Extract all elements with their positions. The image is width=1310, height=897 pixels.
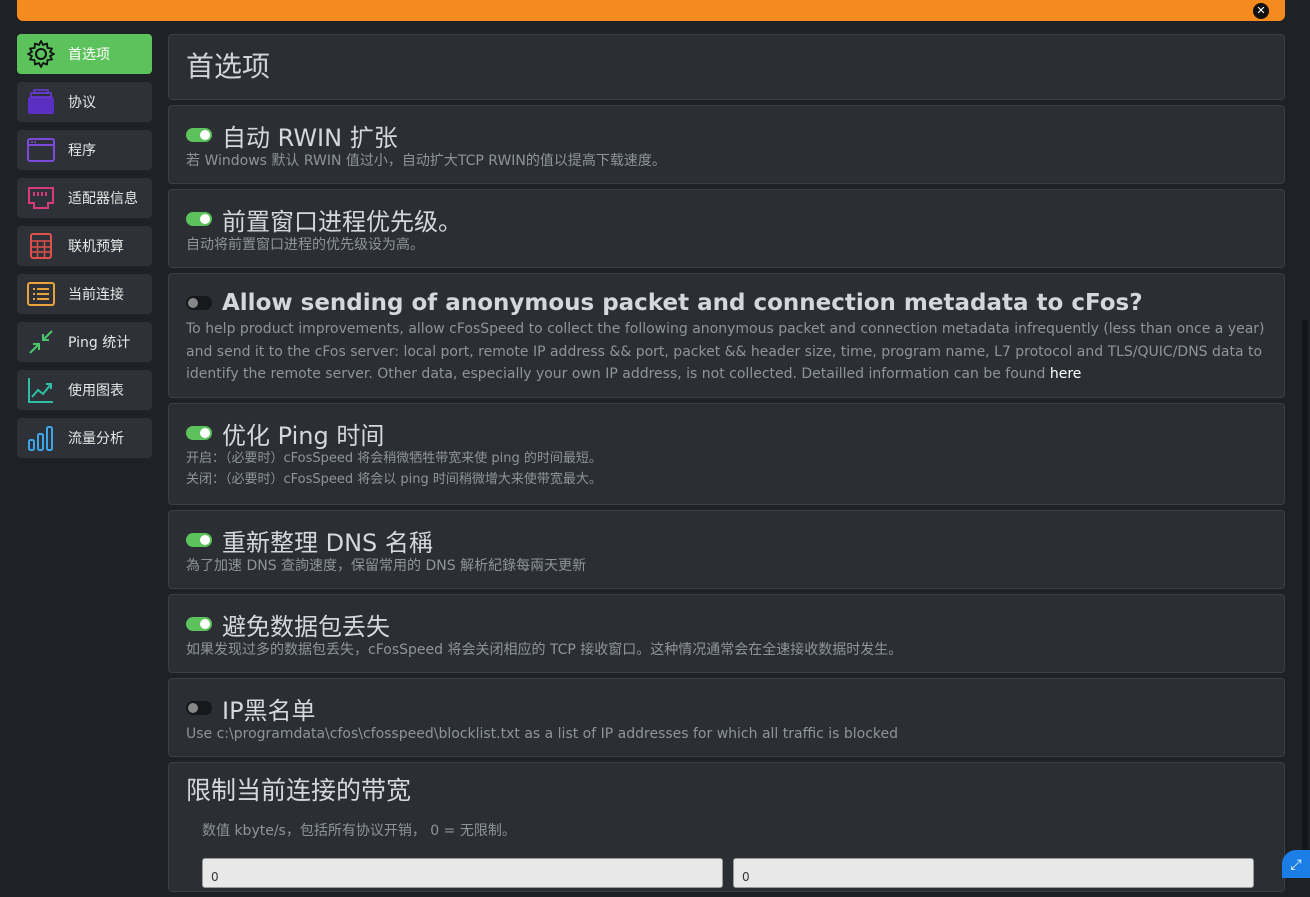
option-anonymous-metadata: Allow sending of anonymous packet and co… (168, 273, 1285, 398)
option-description: 如果发现过多的数据包丢失，cFosSpeed 将会关闭相应的 TCP 接收窗口。… (186, 642, 903, 658)
option-description: Use c:\programdata\cfos\cfosspeed\blockl… (186, 726, 899, 742)
sidebar-item-adapter-info[interactable]: 适配器信息 (17, 178, 152, 218)
sidebar-item-label: Ping 统计 (68, 335, 131, 351)
sidebar-item-label: 联机预算 (68, 239, 124, 255)
toggle-anonymous-metadata[interactable] (186, 296, 212, 310)
sidebar-item-ping-stats[interactable]: Ping 统计 (17, 322, 152, 362)
calculator-icon (25, 230, 57, 262)
option-refresh-dns: 重新整理 DNS 名稱 為了加速 DNS 查詢速度，保留常用的 DNS 解析紀錄… (168, 510, 1285, 589)
scrollbar[interactable] (1302, 320, 1308, 878)
notification-bar: ✕ (17, 0, 1285, 21)
details-link[interactable]: here (1050, 366, 1082, 382)
sidebar-item-current-connections[interactable]: 当前连接 (17, 274, 152, 314)
option-title: 前置窗口进程优先级。 (222, 207, 462, 236)
title-panel: 首选项 (168, 34, 1285, 100)
toggle-optimize-ping[interactable] (186, 426, 212, 440)
option-title: 优化 Ping 时间 (222, 421, 385, 450)
toggle-foreground-priority[interactable] (186, 212, 212, 226)
window-icon (25, 134, 57, 166)
bandwidth-limit-panel: 限制当前连接的带宽 数值 kbyte/s，包括所有协议开销， 0 = 无限制。 (168, 762, 1285, 892)
resize-icon[interactable]: ⤢ (1282, 850, 1310, 878)
list-icon (25, 278, 57, 310)
bandwidth-limit-description: 数值 kbyte/s，包括所有协议开销， 0 = 无限制。 (202, 823, 516, 839)
toggle-avoid-packet-loss[interactable] (186, 617, 212, 631)
arrows-in-icon (25, 326, 57, 358)
option-ip-blocklist: IP黑名单 Use c:\programdata\cfos\cfosspeed\… (168, 678, 1285, 757)
sidebar-item-usage-charts[interactable]: 使用图表 (17, 370, 152, 410)
page-title: 首选项 (186, 50, 271, 83)
option-description: To help product improvements, allow cFos… (186, 318, 1267, 386)
option-description: 若 Windows 默认 RWIN 值过小，自动扩大TCP RWIN的值以提高下… (186, 153, 666, 169)
sidebar-item-programs[interactable]: 程序 (17, 130, 152, 170)
option-optimize-ping: 优化 Ping 时间 开启：（必要时）cFosSpeed 将会稍微牺牲带宽来使 … (168, 403, 1285, 505)
option-title: 避免数据包丢失 (222, 612, 390, 641)
gear-icon (25, 38, 57, 70)
bandwidth-limit-title: 限制当前连接的带宽 (186, 776, 412, 805)
bar-chart-icon (25, 422, 57, 454)
sidebar-item-online-budget[interactable]: 联机预算 (17, 226, 152, 266)
limit-input-2[interactable] (733, 858, 1254, 888)
limit-input-1[interactable] (202, 858, 723, 888)
toggle-ip-blocklist[interactable] (186, 701, 212, 715)
toggle-refresh-dns[interactable] (186, 533, 212, 547)
option-description-off: 关闭：（必要时）cFosSpeed 将会以 ping 时间稍微增大来使带宽最大。 (186, 472, 602, 487)
option-title: 重新整理 DNS 名稱 (222, 528, 433, 557)
sidebar-item-label: 程序 (68, 143, 96, 159)
option-description-on: 开启：（必要时）cFosSpeed 将会稍微牺牲带宽来使 ping 的时间最短。 (186, 451, 602, 466)
sidebar-item-label: 协议 (68, 95, 96, 111)
option-avoid-packet-loss: 避免数据包丢失 如果发现过多的数据包丢失，cFosSpeed 将会关闭相应的 T… (168, 594, 1285, 673)
main-content: 首选项 自动 RWIN 扩张 若 Windows 默认 RWIN 值过小，自动扩… (168, 34, 1285, 897)
sidebar-item-traffic-analysis[interactable]: 流量分析 (17, 418, 152, 458)
bandwidth-limit-inputs (186, 858, 1267, 888)
option-description-text: To help product improvements, allow cFos… (186, 321, 1265, 382)
close-icon[interactable]: ✕ (1253, 3, 1269, 19)
network-port-icon (25, 182, 57, 214)
option-description: 為了加速 DNS 查詢速度，保留常用的 DNS 解析紀錄每兩天更新 (186, 558, 587, 574)
sidebar-item-label: 适配器信息 (68, 191, 138, 207)
option-foreground-priority: 前置窗口进程优先级。 自动将前置窗口进程的优先级设为高。 (168, 189, 1285, 268)
stack-icon (25, 86, 57, 118)
option-title: 自动 RWIN 扩张 (222, 123, 398, 152)
sidebar-item-label: 流量分析 (68, 431, 124, 447)
sidebar: 首选项 协议 程序 适配器信息 联机预算 当前连接 Ping 统计 使用图表 流… (17, 34, 152, 466)
sidebar-item-preferences[interactable]: 首选项 (17, 34, 152, 74)
option-description: 自动将前置窗口进程的优先级设为高。 (186, 237, 424, 253)
sidebar-item-label: 当前连接 (68, 287, 124, 303)
option-title: IP黑名单 (222, 696, 316, 725)
toggle-rwin[interactable] (186, 128, 212, 142)
option-rwin: 自动 RWIN 扩张 若 Windows 默认 RWIN 值过小，自动扩大TCP… (168, 105, 1285, 184)
sidebar-item-label: 使用图表 (68, 383, 124, 399)
option-title: Allow sending of anonymous packet and co… (222, 290, 1143, 316)
sidebar-item-label: 首选项 (68, 47, 110, 63)
sidebar-item-protocols[interactable]: 协议 (17, 82, 152, 122)
line-chart-icon (25, 374, 57, 406)
